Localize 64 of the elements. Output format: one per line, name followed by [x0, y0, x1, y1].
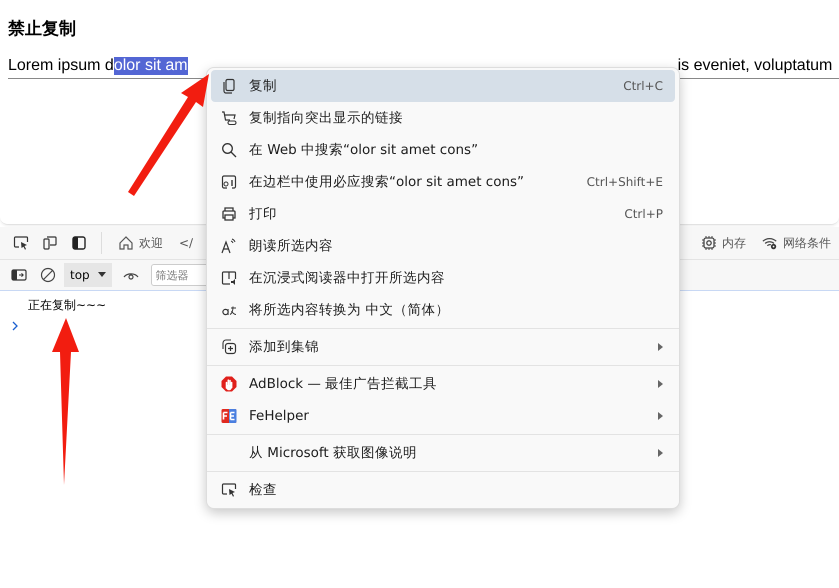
page-heading: 禁止复制 [8, 18, 77, 40]
menu-item[interactable]: 打印 Ctrl+P [211, 198, 675, 230]
menu-item[interactable]: 从 Microsoft 获取图像说明 [211, 437, 675, 469]
submenu-arrow-icon [658, 412, 663, 420]
menu-item[interactable]: 在 Web 中搜索“olor sit amet cons” [211, 134, 675, 166]
clear-icon [40, 267, 56, 283]
fehelper-icon [221, 408, 237, 424]
caret-icon [98, 272, 106, 278]
chip-icon [701, 235, 717, 251]
menu-item[interactable]: 添加到集锦 [211, 331, 675, 363]
context-dropdown[interactable]: top [64, 263, 112, 287]
menu-item-label: 添加到集锦 [249, 338, 320, 356]
devtools-tab[interactable]: </ [171, 232, 202, 254]
devtools-tab[interactable]: 欢迎 [110, 230, 171, 256]
menu-item-label: 在沉浸式阅读器中打开所选内容 [249, 269, 446, 287]
shortcut-text: Ctrl+Shift+E [586, 175, 663, 189]
menu-item-label: 从 Microsoft 获取图像说明 [249, 444, 418, 462]
menu-item-label: 打印 [249, 205, 278, 223]
paragraph-text: is eveniet, voluptatum [678, 57, 832, 75]
menu-item[interactable]: 将所选内容转换为 中文（简体） [211, 294, 675, 326]
copy-icon [221, 78, 237, 94]
menu-item-label: 将所选内容转换为 中文（简体） [249, 301, 450, 319]
immersive-reader-icon [221, 270, 237, 286]
menu-item-label: 在边栏中使用必应搜索“olor sit amet cons” [249, 173, 526, 191]
home-icon [118, 235, 134, 251]
menu-item-label: 在 Web 中搜索“olor sit amet cons” [249, 141, 480, 159]
menu-item-label: 复制指向突出显示的链接 [249, 109, 404, 127]
menu-item[interactable]: 在边栏中使用必应搜索“olor sit amet cons” Ctrl+Shift+E [211, 166, 675, 198]
submenu-arrow-icon [658, 449, 663, 457]
console-message: 正在复制~~~ [28, 297, 106, 314]
menu-item-label: FeHelper [249, 408, 310, 424]
hand-stop-icon [221, 376, 237, 392]
link-highlight-icon [221, 110, 237, 126]
menu-item[interactable]: 朗读所选内容 [211, 230, 675, 262]
panel-icon [71, 235, 87, 251]
search-icon [221, 142, 237, 158]
menu-item-label: AdBlock — 最佳广告拦截工具 [249, 375, 438, 393]
selected-text: olor sit am [114, 57, 188, 75]
shortcut-text: Ctrl+C [623, 79, 663, 93]
inspect-icon [221, 482, 237, 498]
wifi-settings-icon [762, 235, 778, 251]
devtools-tab[interactable]: 网络条件 [754, 230, 839, 256]
paragraph-text: Lorem ipsum d [8, 57, 114, 75]
device-icon [42, 235, 58, 251]
menu-item[interactable]: FeHelper [211, 400, 675, 432]
printer-icon [221, 206, 237, 222]
menu-item[interactable]: 检查 [211, 474, 675, 506]
prompt-icon [12, 321, 18, 331]
collection-add-icon [221, 339, 237, 355]
sidebar-icon [11, 267, 27, 283]
inspect-icon [13, 235, 29, 251]
menu-item-label: 检查 [249, 481, 278, 499]
menu-item[interactable]: 复制 Ctrl+C [211, 70, 675, 102]
submenu-arrow-icon [658, 380, 663, 388]
menu-item-label: 复制 [249, 77, 278, 95]
shortcut-text: Ctrl+P [624, 207, 663, 221]
read-aloud-icon [221, 238, 237, 254]
menu-item-label: 朗读所选内容 [249, 237, 334, 255]
menu-item[interactable]: 复制指向突出显示的链接 [211, 102, 675, 134]
sidebar-search-icon [221, 174, 237, 190]
menu-item[interactable]: 在沉浸式阅读器中打开所选内容 [211, 262, 675, 294]
submenu-arrow-icon [658, 343, 663, 351]
menu-item[interactable]: AdBlock — 最佳广告拦截工具 [211, 368, 675, 400]
devtools-tab[interactable]: 内存 [693, 230, 754, 256]
